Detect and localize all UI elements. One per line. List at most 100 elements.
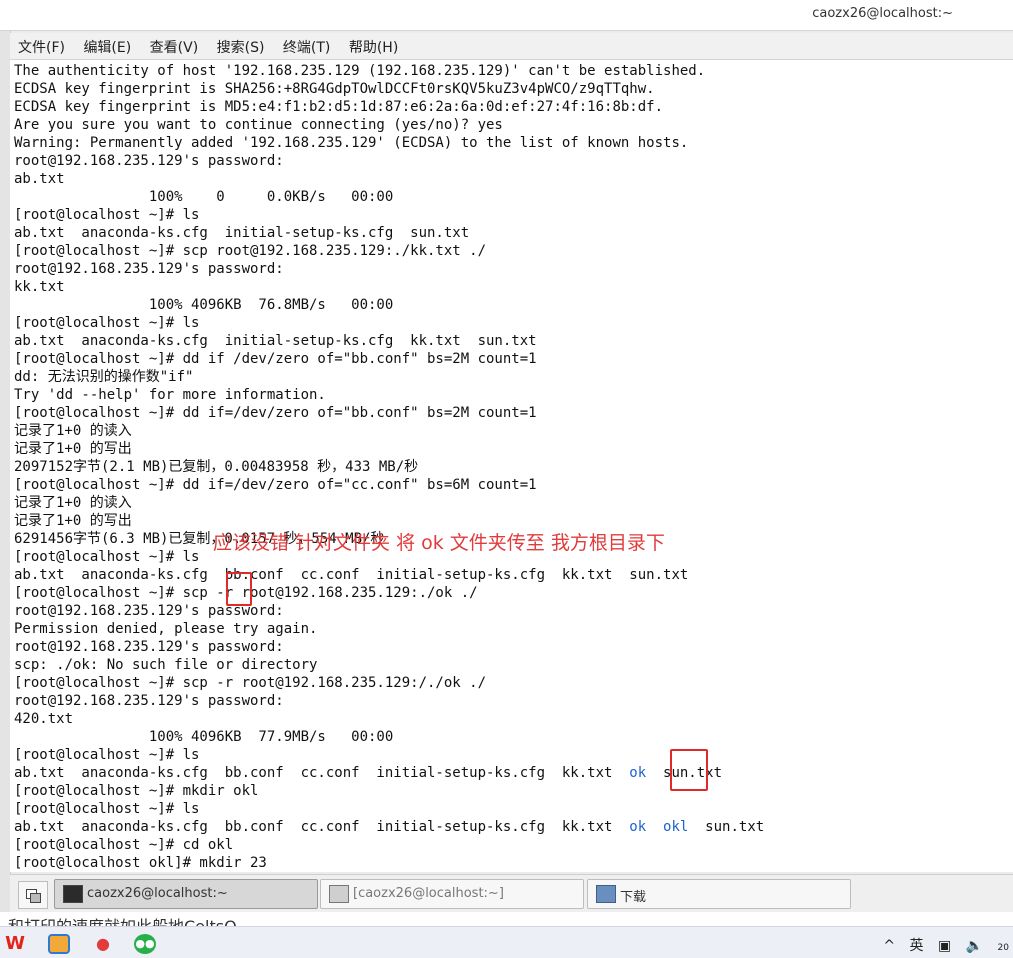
terminal-line-text: [root@localhost ~]# scp root@192.168.235… xyxy=(14,243,487,259)
menu-terminal[interactable]: 终端(T) xyxy=(277,33,336,57)
terminal-line: [root@localhost ~]# dd if=/dev/zero of="… xyxy=(14,476,764,494)
terminal-line-text: [root@localhost ~]# dd if=/dev/zero of="… xyxy=(14,405,537,421)
terminal-line-text: [root@localhost ~]# mkdir okl xyxy=(14,783,259,799)
terminal-line: ECDSA key fingerprint is MD5:e4:f1:b2:d5… xyxy=(14,98,764,116)
terminal-line: 100% 0 0.0KB/s 00:00 xyxy=(14,188,764,206)
taskbar-item-terminal-2[interactable]: [caozx26@localhost:~] xyxy=(320,879,584,909)
terminal-line-text: The authenticity of host '192.168.235.12… xyxy=(14,63,706,79)
terminal-line: ECDSA key fingerprint is SHA256:+8RG4Gdp… xyxy=(14,80,764,98)
app-window-icon[interactable] xyxy=(48,934,70,954)
terminal-line: 2097152字节(2.1 MB)已复制，0.00483958 秒，433 MB… xyxy=(14,458,764,476)
terminal-line: ab.txt anaconda-ks.cfg initial-setup-ks.… xyxy=(14,332,764,350)
terminal-line-text: [root@localhost okl]# mkdir 23 xyxy=(14,855,267,871)
terminal-line-text: root@192.168.235.129's password: xyxy=(14,261,284,277)
terminal-line: 记录了1+0 的写出 xyxy=(14,440,764,458)
taskbar-item-label: 下载 xyxy=(620,890,647,905)
terminal-line-text: [root@localhost ~]# dd if=/dev/zero of="… xyxy=(14,477,537,493)
terminal-line-text: [root@localhost ~]# dd if /dev/zero of="… xyxy=(14,351,537,367)
terminal-line: [root@localhost ~]# scp root@192.168.235… xyxy=(14,242,764,260)
terminal-line: Permission denied, please try again. xyxy=(14,620,764,638)
system-tray: ^ 英 ▣ 🔈 20 xyxy=(873,935,1009,955)
tray-chevron-icon[interactable]: ^ xyxy=(883,938,895,954)
terminal-line: [root@localhost ~]# cd okl xyxy=(14,836,764,854)
host-window-strip: 和打印的速度就如此般地CeltsQ xyxy=(0,912,1013,926)
terminal-line-text: 100% 4096KB 76.8MB/s 00:00 xyxy=(14,297,394,313)
window-title: caozx26@localhost:~ xyxy=(812,6,953,21)
red-annotation-text: 应该没错 针对文件夹 将 ok 文件夹传至 我方根目录下 xyxy=(213,532,665,554)
terminal-line: 420.txt xyxy=(14,710,764,728)
baidu-netdisk-icon[interactable]: ● xyxy=(92,934,114,954)
terminal-line-text: dd: 无法识别的操作数"if" xyxy=(14,369,194,385)
host-clipped-text: 和打印的速度就如此般地CeltsQ xyxy=(8,916,368,926)
terminal-line: [root@localhost ~]# mkdir okl xyxy=(14,782,764,800)
terminal-line-text: Warning: Permanently added '192.168.235.… xyxy=(14,135,689,151)
terminal-line: Warning: Permanently added '192.168.235.… xyxy=(14,134,764,152)
terminal-line: The authenticity of host '192.168.235.12… xyxy=(14,62,764,80)
terminal-line-text: 记录了1+0 的写出 xyxy=(14,513,132,529)
terminal-line-text: root@192.168.235.129's password: xyxy=(14,153,284,169)
terminal-line: ab.txt anaconda-ks.cfg initial-setup-ks.… xyxy=(14,224,764,242)
terminal-line-text: 100% 4096KB 77.9MB/s 00:00 xyxy=(14,729,394,745)
menu-help[interactable]: 帮助(H) xyxy=(343,33,404,57)
terminal-line: [root@localhost ~]# dd if /dev/zero of="… xyxy=(14,350,764,368)
terminal-line-text: ab.txt xyxy=(14,171,65,187)
terminal-line: root@192.168.235.129's password: xyxy=(14,260,764,278)
terminal-line: 记录了1+0 的读入 xyxy=(14,422,764,440)
terminal-line: Try 'dd --help' for more information. xyxy=(14,386,764,404)
network-icon[interactable]: ▣ xyxy=(938,938,951,954)
terminal-line-text: Are you sure you want to continue connec… xyxy=(14,117,503,133)
terminal-line-text: root@192.168.235.129's password: xyxy=(14,639,284,655)
menu-view[interactable]: 查看(V) xyxy=(144,33,205,57)
terminal-line: [root@localhost ~]# scp -r root@192.168.… xyxy=(14,584,764,602)
directory-name: ok xyxy=(629,819,647,835)
directory-name: okl xyxy=(663,819,689,835)
terminal-line-text: [root@localhost ~]# cd okl xyxy=(14,837,234,853)
terminal-icon xyxy=(329,885,349,903)
terminal-line: scp: ./ok: No such file or directory xyxy=(14,656,764,674)
menu-file[interactable]: 文件(F) xyxy=(12,33,71,57)
terminal-line-text: Try 'dd --help' for more information. xyxy=(14,387,326,403)
taskbar-item-downloads[interactable]: 下载 xyxy=(587,879,851,909)
terminal-line-text: 记录了1+0 的读入 xyxy=(14,495,132,511)
terminal-output[interactable]: The authenticity of host '192.168.235.12… xyxy=(10,60,1013,872)
clock-text[interactable]: 20 xyxy=(998,943,1009,953)
volume-icon[interactable]: 🔈 xyxy=(966,938,983,954)
highlight-box-r-flag xyxy=(226,572,252,606)
terminal-line-text: ab.txt anaconda-ks.cfg initial-setup-ks.… xyxy=(14,333,537,349)
ime-indicator[interactable]: 英 xyxy=(910,938,924,954)
taskbar-item-terminal[interactable]: caozx26@localhost:~ xyxy=(54,879,318,909)
terminal-line-text: ab.txt anaconda-ks.cfg bb.conf cc.conf i… xyxy=(14,567,689,583)
terminal-line-text: 420.txt xyxy=(14,711,74,727)
terminal-line-text: [root@localhost ~]# ls xyxy=(14,315,200,331)
terminal-line: root@192.168.235.129's password: xyxy=(14,638,764,656)
terminal-line-text: 100% 0 0.0KB/s 00:00 xyxy=(14,189,394,205)
menu-search[interactable]: 搜索(S) xyxy=(211,33,271,57)
terminal-line-text: [root@localhost ~]# ls xyxy=(14,549,200,565)
terminal-line: [root@localhost okl]# mkdir 23 xyxy=(14,854,764,872)
terminal-line: 记录了1+0 的读入 xyxy=(14,494,764,512)
terminal-line: root@192.168.235.129's password: xyxy=(14,602,764,620)
terminal-line-text: ab.txt anaconda-ks.cfg bb.conf cc.conf i… xyxy=(14,819,630,835)
wps-icon[interactable]: W xyxy=(4,934,26,954)
terminal-line: ab.txt anaconda-ks.cfg bb.conf cc.conf i… xyxy=(14,764,764,782)
terminal-line-text: 记录了1+0 的读入 xyxy=(14,423,132,439)
terminal-line-text: 2097152字节(2.1 MB)已复制，0.00483958 秒，433 MB… xyxy=(14,459,419,475)
terminal-line-text: ab.txt anaconda-ks.cfg initial-setup-ks.… xyxy=(14,225,470,241)
terminal-line: root@192.168.235.129's password: xyxy=(14,692,764,710)
terminal-line-text: [root@localhost ~]# scp -r root@192.168.… xyxy=(14,675,487,691)
terminal-line-text: root@192.168.235.129's password: xyxy=(14,693,284,709)
terminal-line: dd: 无法识别的操作数"if" xyxy=(14,368,764,386)
terminal-line-text: sun.txt xyxy=(688,819,765,835)
terminal-line: kk.txt xyxy=(14,278,764,296)
highlight-box-ok-dir xyxy=(670,749,708,791)
terminal-line: 100% 4096KB 77.9MB/s 00:00 xyxy=(14,728,764,746)
window-titlebar[interactable]: caozx26@localhost:~ xyxy=(0,0,1013,31)
terminal-lines: The authenticity of host '192.168.235.12… xyxy=(14,62,764,872)
terminal-line: Are you sure you want to continue connec… xyxy=(14,116,764,134)
wechat-icon[interactable]: ●● xyxy=(134,934,156,954)
terminal-line-text: scp: ./ok: No such file or directory xyxy=(14,657,318,673)
terminal-line-text: ECDSA key fingerprint is MD5:e4:f1:b2:d5… xyxy=(14,99,664,115)
menu-edit[interactable]: 编辑(E) xyxy=(77,33,137,57)
terminal-line-text: Permission denied, please try again. xyxy=(14,621,318,637)
show-desktop-button[interactable] xyxy=(18,881,48,909)
